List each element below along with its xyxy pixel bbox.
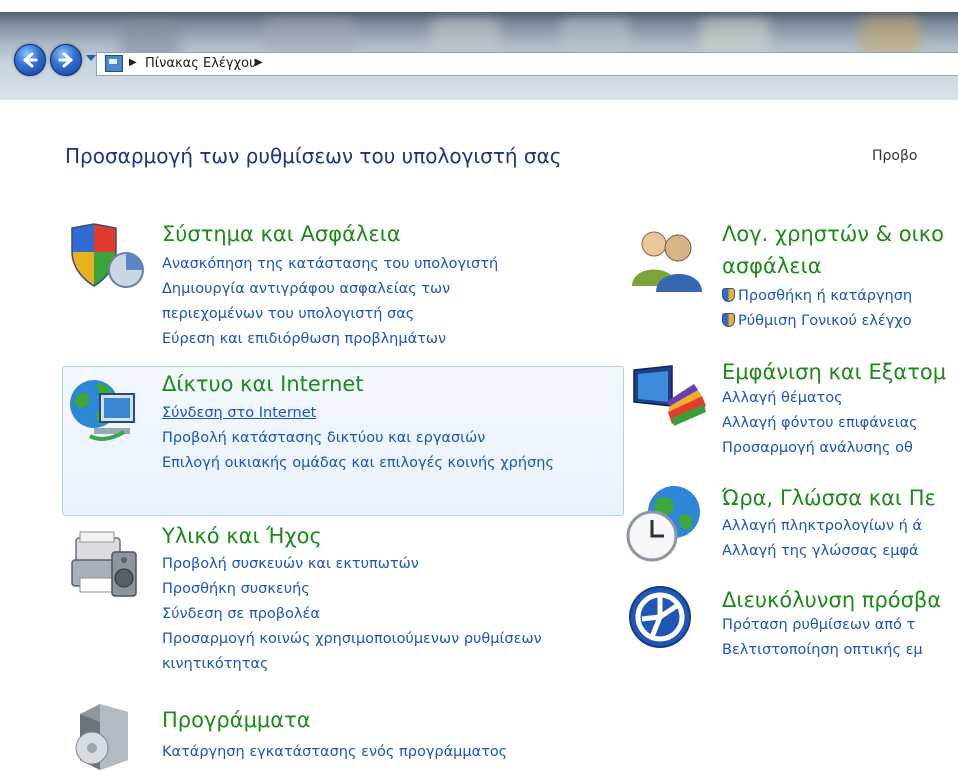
link-homegroup[interactable]: Επιλογή οικιακής ομάδας και επιλογές κοι… (162, 451, 562, 476)
breadcrumb-arrow-icon[interactable]: ▶ (129, 57, 137, 68)
link-mobility-settings[interactable]: Προσαρμογή κοινώς χρησιμοποιούμενων ρυθμ… (162, 627, 562, 677)
recent-pages-dropdown-icon[interactable] (86, 55, 96, 61)
window-top-frame (0, 0, 958, 12)
clock-globe-icon (626, 486, 700, 562)
category-title-clock-language[interactable]: Ώρα, Γλώσσα και Πε (722, 486, 936, 511)
background-blur (860, 16, 920, 56)
category-title-ease-of-access[interactable]: Διευκόλυνση πρόσβα (722, 588, 941, 613)
link-network-status[interactable]: Προβολή κατάστασης δικτύου και εργασιών (162, 426, 582, 451)
link-recommend-settings[interactable]: Πρόταση ρυθμίσεων από τ (722, 613, 958, 638)
background-blur (560, 18, 630, 54)
link-connect-projector[interactable]: Σύνδεση σε προβολέα (162, 602, 582, 627)
uac-shield-icon (722, 313, 735, 327)
back-arrow-icon (23, 52, 38, 68)
link-review-status[interactable]: Ανασκόπηση της κατάστασης του υπολογιστή (162, 252, 562, 277)
link-desktop-background[interactable]: Αλλαγή φόντου επιφάνειας (722, 411, 958, 436)
background-blur (430, 18, 500, 54)
category-title-programs[interactable]: Προγράμματα (162, 708, 311, 733)
link-parental-controls[interactable]: Ρύθμιση Γονικού ελέγχο (722, 309, 958, 334)
link-screen-resolution[interactable]: Προσαρμογή ανάλυσης οθ (722, 436, 958, 461)
category-title-network-internet[interactable]: Δίκτυο και Internet (162, 372, 364, 397)
back-button[interactable] (14, 44, 46, 76)
category-title-user-accounts[interactable]: Λογ. χρηστών & οικο (722, 222, 944, 247)
link-uninstall-program[interactable]: Κατάργηση εγκατάστασης ενός προγράμματος (162, 740, 582, 765)
link-change-keyboards[interactable]: Αλλαγή πληκτρολογίων ή ά (722, 514, 958, 539)
link-backup[interactable]: Δημιουργία αντιγράφου ασφαλείας των περι… (162, 277, 532, 327)
category-title-user-accounts-line2[interactable]: ασφάλεια (722, 254, 822, 279)
users-icon (632, 231, 702, 292)
link-display-language[interactable]: Αλλαγή της γλώσσας εμφά (722, 539, 958, 564)
category-title-appearance[interactable]: Εμφάνιση και Εξατομ (722, 360, 946, 385)
control-panel-icon (105, 55, 123, 72)
link-troubleshoot[interactable]: Εύρεση και επιδιόρθωση προβλημάτων (162, 327, 562, 352)
link-optimize-visual[interactable]: Βελτιστοποίηση οπτικής εμ (722, 638, 958, 663)
printer-speaker-icon (71, 531, 137, 597)
category-title-system-security[interactable]: Σύστημα και Ασφάλεια (162, 222, 401, 247)
security-shield-icon (71, 223, 144, 288)
link-devices-printers[interactable]: Προβολή συσκευών και εκτυπωτών (162, 552, 582, 577)
address-field[interactable]: ▶ Πίνακας Ελέγχου ▶ (96, 52, 958, 76)
uac-shield-icon (722, 288, 735, 302)
forward-arrow-icon (58, 52, 73, 68)
view-by-label: Προβο (872, 148, 918, 164)
accessibility-icon (629, 586, 691, 648)
link-add-remove-accounts-label: Προσθήκη ή κατάργηση (738, 288, 913, 304)
breadcrumb-arrow-icon[interactable]: ▶ (255, 57, 263, 68)
programs-box-icon (75, 704, 128, 770)
link-connect-internet[interactable]: Σύνδεση στο Internet (162, 401, 582, 426)
network-globe-icon (70, 380, 135, 441)
display-palette-icon (633, 365, 706, 426)
page-title: Προσαρμογή των ρυθμίσεων του υπολογιστή … (65, 144, 562, 168)
link-parental-controls-label: Ρύθμιση Γονικού ελέγχο (738, 313, 912, 329)
forward-button[interactable] (50, 44, 82, 76)
link-change-theme[interactable]: Αλλαγή θέματος (722, 386, 958, 411)
link-add-device[interactable]: Προσθήκη συσκευής (162, 577, 582, 602)
background-blur (700, 18, 770, 54)
link-add-remove-accounts[interactable]: Προσθήκη ή κατάργηση (722, 284, 958, 309)
breadcrumb-control-panel[interactable]: Πίνακας Ελέγχου (145, 56, 257, 71)
category-title-hardware-sound[interactable]: Υλικό και Ήχος (162, 524, 322, 549)
background-blur (265, 18, 355, 54)
